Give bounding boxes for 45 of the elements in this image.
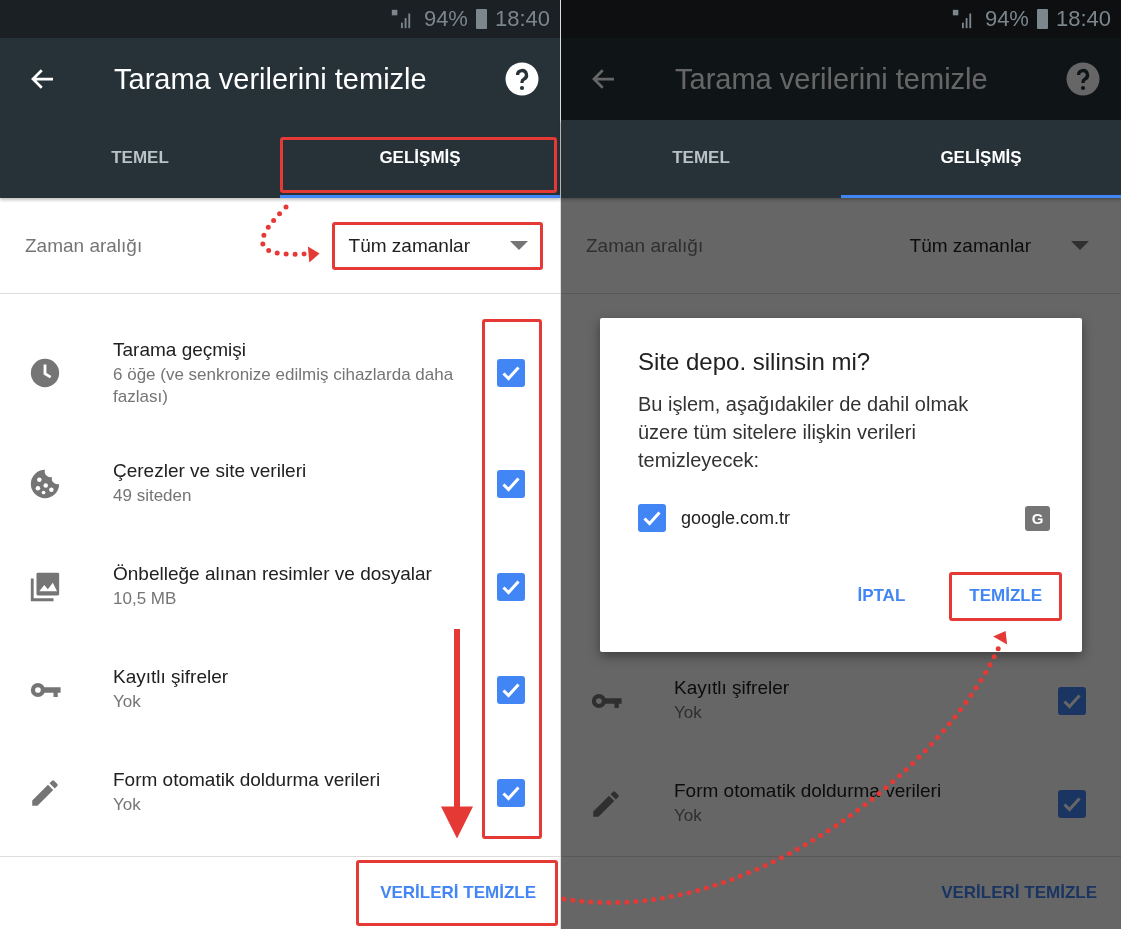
site-badge: G [1025, 505, 1050, 531]
dialog-button[interactable]: TEMİZLE [949, 576, 1062, 616]
tab[interactable]: TEMEL [561, 120, 841, 198]
dialog-message: Bu işlem, aşağıdakiler de dahil olmak üzere tüm sitelere ilişkin verileri temizleyecek: [638, 392, 970, 473]
checkbox[interactable] [638, 504, 666, 532]
tab[interactable]: TEMEL [0, 120, 280, 198]
item-title: Çerezler ve site verileri [113, 460, 308, 482]
battery-icon [475, 9, 487, 29]
clock-time: 18:40 [1055, 6, 1111, 32]
time-range-dropdown[interactable]: Tüm zamanlar [336, 224, 540, 267]
item-title: Form otomatik doldurma verileri [113, 769, 382, 791]
checkbox[interactable] [497, 778, 525, 807]
clock-icon [28, 356, 62, 390]
checkbox[interactable] [497, 469, 525, 498]
checkbox[interactable] [1058, 789, 1086, 818]
checkbox[interactable] [497, 572, 525, 601]
time-range-label: Zaman aralığı [25, 234, 144, 257]
item-subtitle: 6 öğe (ve senkronize edilmiş cihazlarda daha fazlası) [113, 363, 455, 408]
item-subtitle: Yok [113, 691, 142, 713]
toolbar-title: Tarama verilerini temizle [114, 62, 428, 96]
item-title: Kayıtlı şifreler [674, 677, 791, 699]
help-icon[interactable] [504, 61, 540, 97]
checkbox[interactable] [1058, 686, 1086, 715]
toolbar-title: Tarama verilerini temizle [675, 62, 989, 96]
clock-time: 18:40 [494, 6, 550, 32]
battery-icon [1036, 9, 1048, 29]
battery-level: 94% [423, 6, 468, 32]
item-subtitle: 49 siteden [113, 485, 193, 507]
dialog-title: Site depo. silinsin mi? [638, 348, 872, 376]
caret-icon [510, 241, 528, 250]
checkbox[interactable] [497, 675, 525, 704]
checkbox[interactable] [497, 359, 525, 387]
item-subtitle: 10,5 MB [113, 588, 178, 610]
item-subtitle: Yok [113, 794, 142, 816]
site-name: google.com.tr [681, 507, 792, 529]
item-title: Önbelleğe alınan resimler ve dosyalar [113, 563, 433, 585]
clear-data-button[interactable]: VERİLERİ TEMİZLE [378, 873, 538, 913]
item-title: Form otomatik doldurma verileri [674, 780, 943, 802]
battery-level: 94% [984, 6, 1029, 32]
dotted-arrow [260, 204, 320, 263]
item-title: Kayıtlı şifreler [113, 666, 230, 688]
tab[interactable]: GELİŞMİŞ [841, 120, 1121, 198]
dialog-button[interactable]: İPTAL [837, 576, 926, 616]
caret-icon [1071, 241, 1089, 250]
item-title: Tarama geçmişi [113, 338, 248, 361]
